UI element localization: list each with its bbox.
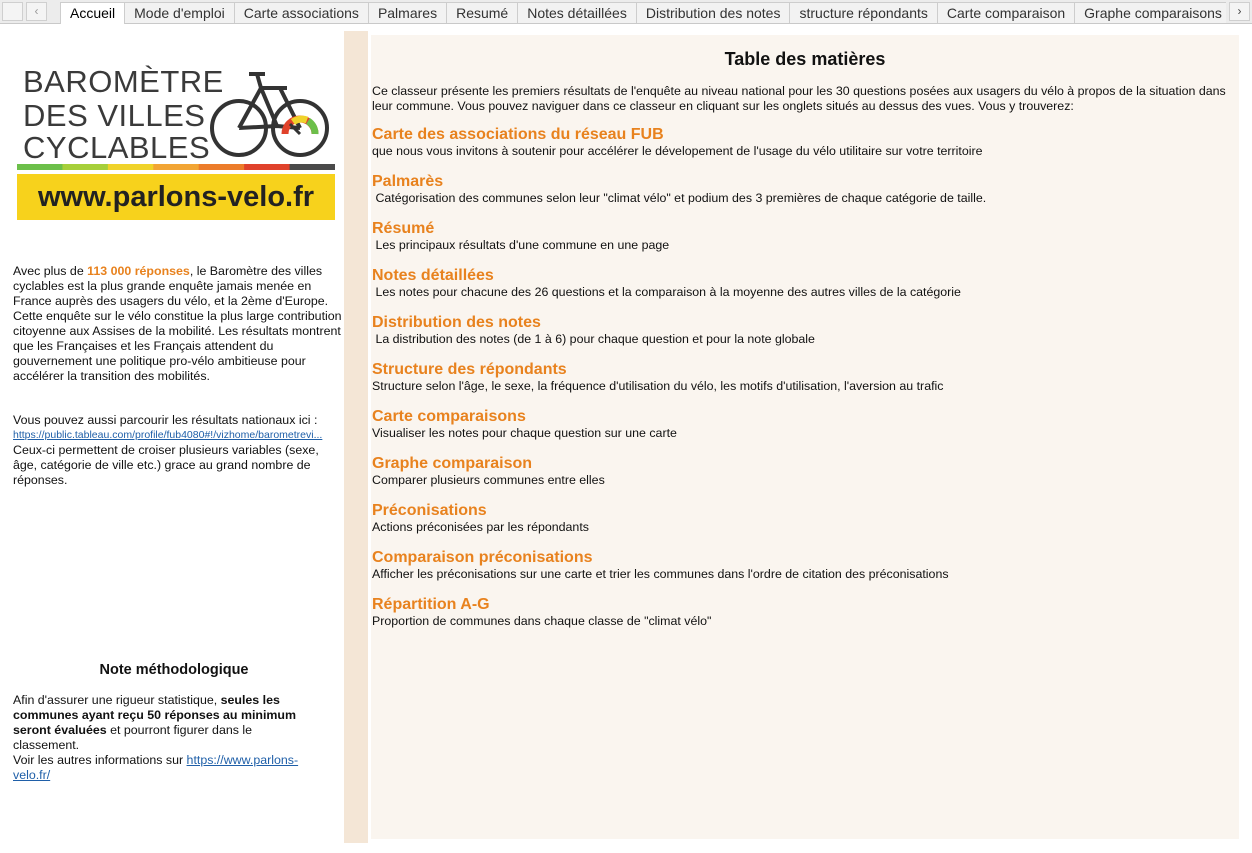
color-stripe [244, 164, 291, 170]
more-info-pre: Voir les autres informations sur [13, 753, 187, 767]
intro-pre: Avec plus de [13, 264, 88, 278]
sheet-tab[interactable]: Notes détaillées [517, 2, 637, 23]
toc-section-description: Visualiser les notes pour chaque questio… [372, 426, 677, 440]
toc-section-title[interactable]: Carte comparaisons [372, 408, 1238, 426]
toc-section: Structure des répondants Structure selon … [372, 361, 1238, 394]
toc-section: Carte des associations du réseau FUB que … [372, 126, 1238, 159]
toc-section: Palmarès Catégorisation des communes sel… [372, 173, 1238, 206]
toc-section-description: Les principaux résultats d'une commune e… [372, 238, 670, 252]
toc-section: Carte comparaisons Visualiser les notes p… [372, 408, 1238, 441]
national-results-block: Vous pouvez aussi parcourir les résultat… [13, 413, 343, 488]
logo-line-1: BAROMÈTRE [23, 64, 224, 99]
toc-section-title[interactable]: Préconisations [372, 502, 1238, 520]
toc-section-title[interactable]: Répartition A-G [372, 596, 1238, 614]
color-stripe [107, 164, 154, 170]
bicycle-icon [210, 72, 329, 157]
logo-banner-text: www.parlons-velo.fr [37, 181, 314, 213]
toc-section-title[interactable]: Carte des associations du réseau FUB [372, 126, 1238, 144]
note-methodologique-title: Note méthodologique [99, 662, 249, 678]
color-stripe [17, 164, 63, 170]
intro-text-block: Avec plus de 113 000 réponses, le Baromè… [13, 264, 343, 384]
toc-section-description: Actions préconisées par les répondants [372, 520, 589, 534]
sheet-tab[interactable]: Distribution des notes [635, 2, 791, 23]
sheet-tabs: Accueil Mode d'emploi Carte associations Pa… [60, 2, 1226, 24]
national-results-intro: Vous pouvez aussi parcourir les résultat… [13, 413, 318, 427]
scroll-tabs-first-button[interactable] [2, 2, 23, 21]
assises-paragraph: Cette enquête sur le vélo constitue la p… [13, 309, 342, 383]
toc-section-title[interactable]: Notes détaillées [372, 267, 1238, 285]
toc-title: Table des matières [724, 49, 886, 69]
color-stripes [17, 164, 335, 170]
toc-section-description: Afficher les préconisations sur une cart… [372, 567, 949, 581]
logo-line-2: DES VILLES [23, 98, 205, 133]
sheet-tab[interactable]: Carte comparaison [936, 2, 1076, 23]
color-stripe [62, 164, 109, 170]
toc-section-title[interactable]: Comparaison préconisations [372, 549, 1238, 567]
toc-section-description: Comparer plusieurs communes entre elles [372, 473, 605, 487]
scroll-tabs-prev-button[interactable]: ‹ [26, 2, 47, 21]
panel-separator [344, 31, 368, 843]
toc-section: Distribution des notes La distribution d… [372, 314, 1238, 347]
toc-intro: Ce classeur présente les premiers résult… [372, 84, 1226, 113]
toc-section: Répartition A-G Proportion de communes da… [372, 596, 1238, 629]
sheet-tab[interactable]: Carte associations [233, 2, 369, 23]
toc-section: Préconisations Actions préconisées par le… [372, 502, 1238, 535]
note-pre: Afin d'assurer une rigueur statistique, [13, 693, 221, 707]
sheet-tab[interactable]: Palmares [367, 2, 448, 23]
color-stripe [289, 164, 335, 170]
toc-section-description: La distribution des notes (de 1 à 6) pou… [372, 332, 815, 346]
sheet-tab[interactable]: Graphe comparaisons [1074, 2, 1226, 23]
toc-section-description: Catégorisation des communes selon leur "… [372, 191, 987, 205]
toc-section-title[interactable]: Graphe comparaison [372, 455, 1238, 473]
toc-section-title[interactable]: Résumé [372, 220, 1238, 238]
toc-section-title[interactable]: Palmarès [372, 173, 1238, 191]
toc-section: Comparaison préconisations Afficher les p… [372, 549, 1238, 582]
methodology-block: Afin d'assurer une rigueur statistique, … [13, 693, 343, 783]
toc-section-title[interactable]: Distribution des notes [372, 314, 1238, 332]
toc-section: Notes détaillées Les notes pour chacune … [372, 267, 1238, 300]
toc-section-description: Structure selon l'âge, le sexe, la fréqu… [372, 379, 944, 393]
barometre-logo: BAROMÈTRE DES VILLES CYCLABLES www.parlo… [17, 64, 335, 220]
sheet-tab[interactable]: Mode d'emploi [124, 2, 235, 23]
toc-section: Graphe comparaison Comparer plusieurs com… [372, 455, 1238, 488]
toc-section-description: Proportion de communes dans chaque class… [372, 614, 712, 628]
sheet-tab[interactable]: structure répondants [789, 2, 938, 23]
sheet-tab[interactable]: Accueil [60, 2, 126, 24]
national-results-post: Ceux-ci permettent de croiser plusieurs … [13, 443, 319, 487]
toc-section-title[interactable]: Structure des répondants [372, 361, 1238, 379]
responses-count: 113 000 réponses [87, 264, 190, 278]
toc-section-description: que nous vous invitons à soutenir pour a… [372, 144, 983, 158]
scroll-tabs-next-button[interactable]: › [1229, 2, 1250, 21]
national-results-link[interactable]: https://public.tableau.com/profile/fub40… [13, 428, 339, 443]
sheet-tab[interactable]: Resumé [446, 2, 519, 23]
color-stripe [153, 164, 200, 170]
table-of-contents-panel: Table des matières Ce classeur présente … [371, 35, 1239, 839]
toc-section-description: Les notes pour chacune des 26 questions … [372, 285, 961, 299]
logo-line-3: CYCLABLES [23, 130, 210, 165]
color-stripe [198, 164, 245, 170]
sheet-tab-bar: ‹ Accueil Mode d'emploi Carte associations… [0, 0, 1252, 24]
toc-section: Résumé Les principaux résultats d'une co… [372, 220, 1238, 253]
